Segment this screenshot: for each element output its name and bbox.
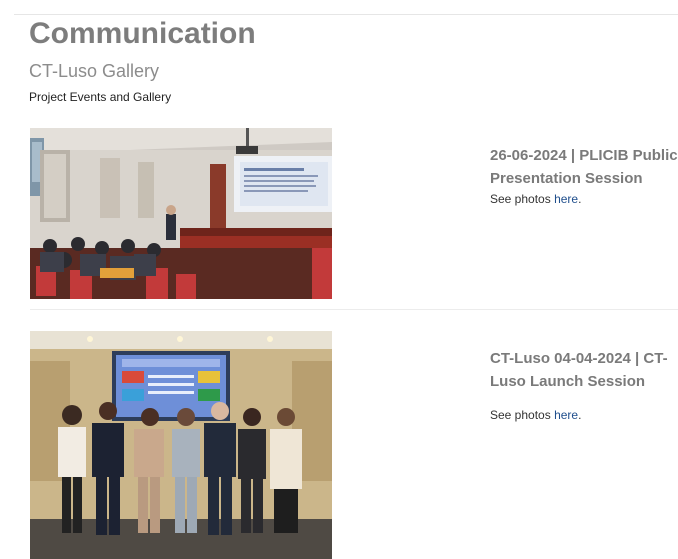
gallery-description: Project Events and Gallery [29, 90, 172, 104]
conference-room-photo-icon [30, 128, 332, 299]
event-1-title-line-1: 26-06-2024 | PLICIB Public [490, 147, 678, 164]
see-photos-text: See photos [490, 192, 555, 206]
event-2-photos-link[interactable]: here [554, 408, 578, 422]
group-photo-icon [30, 331, 332, 559]
page-title: Communication [29, 17, 256, 50]
event-divider [30, 309, 678, 310]
event-2-see-photos: See photos here. [490, 408, 581, 422]
event-2-title-line-2: Luso Launch Session [490, 373, 646, 390]
event-1-photos-link[interactable]: here [554, 192, 578, 206]
event-2-title-line-1: CT-Luso 04-04-2024 | CT- [490, 350, 668, 367]
event-1-see-photos: See photos here. [490, 192, 581, 206]
event-1-photo[interactable] [30, 128, 332, 299]
top-divider [14, 14, 678, 15]
gallery-subtitle: CT-Luso Gallery [29, 61, 160, 81]
event-1-title: 26-06-2024 | PLICIB Public Presentation … [490, 144, 678, 190]
see-photos-period: . [578, 192, 582, 206]
event-1-title-line-2: Presentation Session [490, 170, 643, 187]
event-2-title: CT-Luso 04-04-2024 | CT- Luso Launch Ses… [490, 347, 668, 393]
event-2-photo[interactable] [30, 331, 332, 559]
see-photos-period: . [578, 408, 582, 422]
see-photos-text: See photos [490, 408, 555, 422]
